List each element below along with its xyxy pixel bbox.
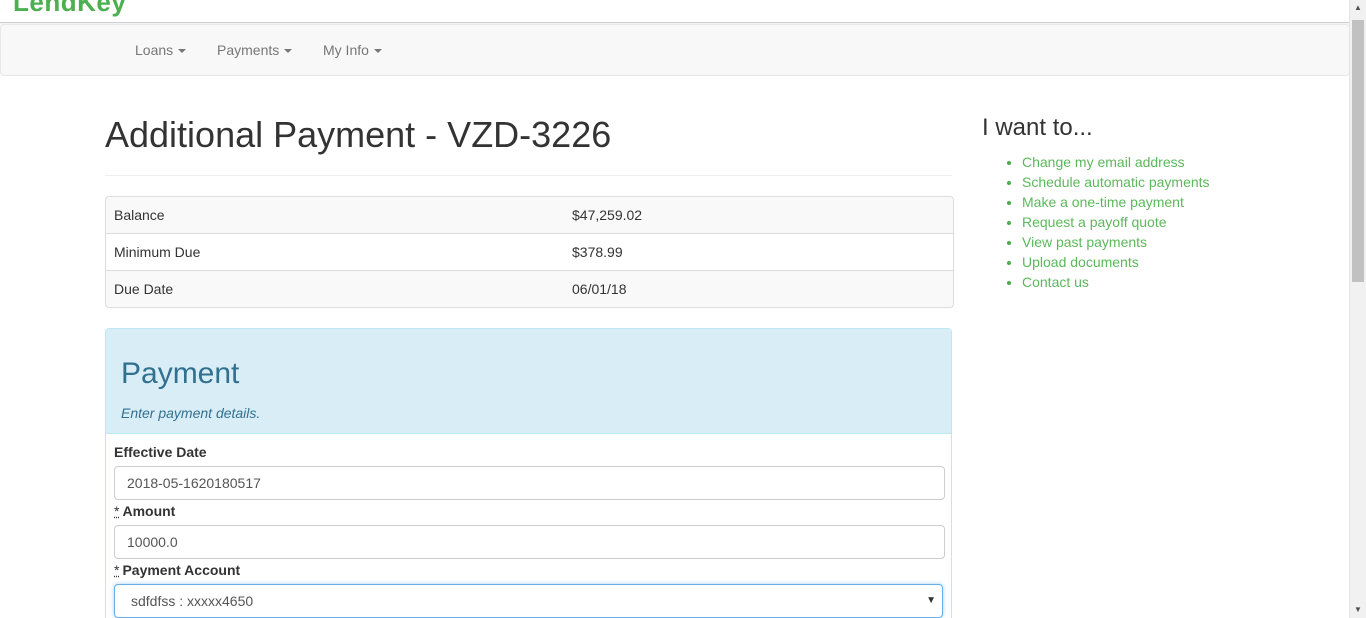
link-one-time-payment[interactable]: Make a one-time payment	[1022, 194, 1184, 210]
scroll-down-arrow-icon[interactable]: ▼	[1350, 602, 1366, 618]
sidebar-title: I want to...	[982, 114, 1093, 141]
table-row: Due Date 06/01/18	[106, 270, 953, 307]
amount-label: * Amount	[114, 503, 175, 519]
payment-panel-subtitle: Enter payment details.	[121, 405, 261, 421]
list-item: Change my email address	[1022, 152, 1210, 172]
payment-account-selected-value: sdfdfss : xxxxx4650	[131, 593, 254, 609]
sidebar-link-list: Change my email address Schedule automat…	[982, 152, 1210, 292]
minimum-due-value: $378.99	[572, 244, 623, 260]
vertical-scrollbar[interactable]: ▲ ▼	[1349, 0, 1366, 618]
payment-panel-heading: Payment Enter payment details.	[106, 329, 951, 434]
balance-label: Balance	[114, 207, 165, 223]
payment-panel-title: Payment	[121, 357, 240, 390]
caret-down-icon	[373, 49, 382, 54]
required-marker: *	[114, 503, 120, 519]
nav-payments-label: Payments	[217, 42, 280, 58]
list-item: View past payments	[1022, 232, 1210, 252]
effective-date-label: Effective Date	[114, 444, 207, 460]
list-item: Make a one-time payment	[1022, 192, 1210, 212]
main-navbar: Loans Payments My Info	[0, 24, 1350, 76]
title-divider	[105, 175, 952, 176]
lendkey-logo[interactable]: LendKey	[13, 0, 126, 18]
nav-loans-dropdown[interactable]: Loans	[135, 25, 187, 75]
list-item: Request a payoff quote	[1022, 212, 1210, 232]
scroll-up-arrow-icon[interactable]: ▲	[1350, 0, 1366, 16]
payment-account-label: * Payment Account	[114, 562, 240, 578]
payment-account-label-text: Payment Account	[122, 562, 241, 578]
link-past-payments[interactable]: View past payments	[1022, 234, 1147, 250]
link-change-email[interactable]: Change my email address	[1022, 154, 1185, 170]
dropdown-arrow-icon: ▼	[926, 595, 936, 606]
list-item: Upload documents	[1022, 252, 1210, 272]
caret-down-icon	[284, 49, 293, 54]
top-header: LendKey	[0, 0, 1350, 23]
nav-loans-label: Loans	[135, 42, 174, 58]
loan-summary-table: Balance $47,259.02 Minimum Due $378.99 D…	[105, 196, 954, 308]
nav-payments-dropdown[interactable]: Payments	[217, 25, 293, 75]
minimum-due-label: Minimum Due	[114, 244, 201, 260]
due-date-label: Due Date	[114, 281, 174, 297]
payment-panel: Payment Enter payment details. Effective…	[105, 328, 952, 618]
required-marker: *	[114, 562, 120, 578]
link-payoff-quote[interactable]: Request a payoff quote	[1022, 214, 1167, 230]
amount-label-text: Amount	[122, 503, 176, 519]
list-item: Contact us	[1022, 272, 1210, 292]
payment-account-select[interactable]: sdfdfss : xxxxx4650 ▼	[114, 584, 943, 618]
link-schedule-automatic-payments[interactable]: Schedule automatic payments	[1022, 174, 1210, 190]
due-date-value: 06/01/18	[572, 281, 627, 297]
list-item: Schedule automatic payments	[1022, 172, 1210, 192]
page-title: Additional Payment - VZD-3226	[105, 114, 612, 155]
table-row: Minimum Due $378.99	[106, 233, 953, 270]
link-contact-us[interactable]: Contact us	[1022, 274, 1089, 290]
balance-value: $47,259.02	[572, 207, 643, 223]
scrollbar-thumb[interactable]	[1352, 20, 1364, 282]
nav-my-info-dropdown[interactable]: My Info	[323, 25, 382, 75]
caret-down-icon	[178, 49, 187, 54]
table-row: Balance $47,259.02	[106, 197, 953, 233]
nav-my-info-label: My Info	[323, 42, 369, 58]
amount-input[interactable]	[114, 525, 945, 559]
effective-date-input[interactable]	[114, 466, 945, 500]
link-upload-documents[interactable]: Upload documents	[1022, 254, 1139, 270]
